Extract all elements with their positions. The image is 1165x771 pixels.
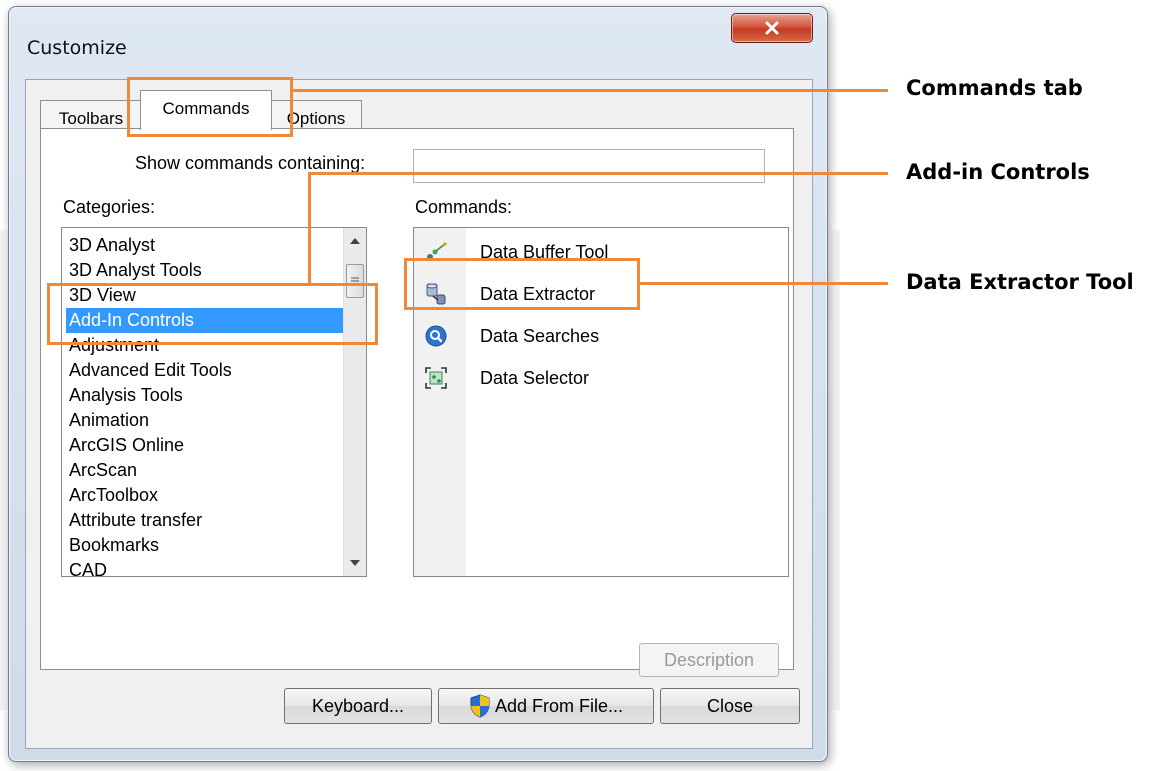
callout-line-commands-tab: [292, 89, 888, 92]
annotation-addin-controls: Add-in Controls: [906, 160, 1090, 184]
category-item[interactable]: Attribute transfer: [66, 508, 348, 533]
magnifier-icon: [425, 325, 447, 347]
command-item-data-selector[interactable]: Data Selector: [414, 360, 774, 396]
command-label: Data Selector: [480, 368, 590, 388]
tab-toolbars-label: Toolbars: [58, 109, 124, 128]
add-from-file-label: Add From File...: [494, 695, 624, 716]
selector-icon: [425, 367, 447, 389]
category-item[interactable]: CAD: [66, 558, 348, 576]
shield-icon: [470, 694, 490, 718]
tab-options-label: Options: [286, 109, 346, 128]
arrow-down-icon: [350, 560, 360, 566]
command-label: Data Searches: [480, 326, 600, 346]
highlight-data-extractor: [404, 258, 640, 310]
category-item[interactable]: Animation: [66, 408, 348, 433]
annotation-commands-tab: Commands tab: [906, 76, 1083, 100]
highlight-commands-tab: [127, 77, 293, 137]
callout-line-addin-controls: [308, 172, 888, 175]
arrow-up-icon: [350, 238, 360, 244]
keyboard-button[interactable]: Keyboard...: [284, 688, 432, 724]
close-icon: [765, 21, 779, 35]
categories-scrollbar[interactable]: [343, 228, 366, 576]
category-item[interactable]: Advanced Edit Tools: [66, 358, 348, 383]
close-button[interactable]: Close: [660, 688, 800, 724]
commands-label: Commands:: [415, 197, 513, 217]
annotation-data-extractor: Data Extractor Tool: [906, 270, 1134, 294]
window-title: Customize: [27, 37, 127, 59]
command-item-data-searches[interactable]: Data Searches: [414, 318, 774, 354]
scroll-up-button[interactable]: [344, 230, 366, 252]
search-input[interactable]: [413, 149, 765, 183]
callout-vline-addin-controls: [308, 172, 311, 284]
category-item[interactable]: ArcToolbox: [66, 483, 348, 508]
category-item[interactable]: ArcGIS Online: [66, 433, 348, 458]
description-button[interactable]: Description: [639, 643, 779, 677]
commands-tab-page: Show commands containing: Categories: Co…: [40, 128, 794, 677]
category-item[interactable]: Analysis Tools: [66, 383, 348, 408]
category-item[interactable]: 3D Analyst Tools: [66, 258, 348, 283]
callout-line-data-extractor: [639, 282, 888, 285]
window-close-button[interactable]: [731, 13, 813, 43]
add-from-file-button[interactable]: Add From File...: [438, 688, 654, 724]
highlight-addin-controls: [47, 283, 378, 345]
category-item[interactable]: Bookmarks: [66, 533, 348, 558]
category-item[interactable]: 3D Analyst: [66, 233, 348, 258]
scroll-down-button[interactable]: [344, 552, 366, 574]
dialog-panel: Toolbars Commands Options Show commands …: [25, 79, 813, 749]
categories-list[interactable]: 3D Analyst 3D Analyst Tools 3D View Add-…: [61, 227, 367, 577]
categories-label: Categories:: [63, 197, 156, 217]
category-item[interactable]: ArcScan: [66, 458, 348, 483]
search-label: Show commands containing:: [135, 153, 366, 173]
